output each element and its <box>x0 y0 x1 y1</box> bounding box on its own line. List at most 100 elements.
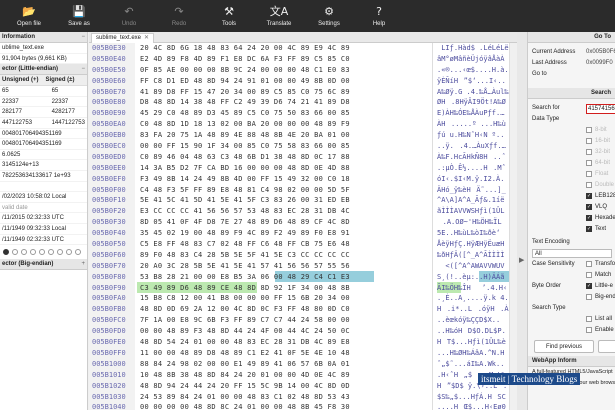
hex-bytes-row[interactable]: 48 8D 94 24 44 24 20 FF 15 5C 9B 14 00 4… <box>137 381 429 392</box>
hex-bytes-row[interactable]: E3 CC CC CC 41 56 56 57 53 48 83 EC 28 3… <box>137 206 429 217</box>
transfo-checkbox[interactable] <box>586 261 592 267</box>
hex-bytes-row[interactable]: 14 3A B5 D2 7F CA BD 16 00 00 00 48 8D 0… <box>137 163 429 174</box>
enable-checkbox[interactable] <box>586 327 592 333</box>
text-preview-row[interactable]: âM°øMâñèÜjóÿâÅàÀ <box>437 54 517 65</box>
hex-bytes-row[interactable]: 88 84 24 98 02 00 00 E1 49 89 41 06 57 6… <box>137 359 429 370</box>
hex-bytes-row[interactable]: 15 B8 C8 12 00 41 B8 00 00 00 FF 15 6B 2… <box>137 293 429 304</box>
text-preview-row[interactable]: ...H‰ØH‰ÁâA.^N.H <box>437 348 517 359</box>
text-preview-row[interactable]: HT$...Hƒì(1ÛL‰è <box>437 337 517 348</box>
match-checkbox[interactable] <box>586 272 592 278</box>
collapse-icon[interactable]: − <box>81 64 85 75</box>
inspector-row[interactable] <box>0 182 87 193</box>
text-preview-row[interactable]: E)ÀH‰ÓE‰ÅÀuPƒf.… <box>437 108 517 119</box>
inspector-row[interactable]: 6.0625 <box>0 150 87 161</box>
text-encoding-select[interactable]: All <box>532 249 612 258</box>
text-preview-row[interactable]: H.i*..L.óÿH.À <box>437 304 517 315</box>
hex-bytes-row[interactable]: 00 00 FF 15 90 1F 34 00 85 C0 75 58 83 6… <box>137 141 429 152</box>
hex-bytes-row[interactable]: 8D 05 41 0F 4F D8 7E 27 48 89 D6 48 89 C… <box>137 217 429 228</box>
hex-bytes-row[interactable]: 20 A0 3C 28 5B 5E 41 5E 41 57 41 56 56 5… <box>137 261 429 272</box>
float-checkbox[interactable] <box>586 171 592 177</box>
settings-button[interactable]: ⚙ Settings <box>304 0 354 32</box>
inspector-row[interactable]: /11/2015 02:32:33 UTC <box>0 213 87 224</box>
translate-button[interactable]: 文A Translate <box>254 0 304 32</box>
hex-bytes-row[interactable]: FF C8 D1 ED 48 8D 94 24 91 01 00 00 49 8… <box>137 76 429 87</box>
text-preview-row[interactable]: 5E..H‰ùL‰òI‰ðè‘ <box>437 228 517 239</box>
text-preview-row[interactable]: ÄHó_ÿ‰èHÄ˜...]_ <box>437 185 517 196</box>
close-icon[interactable]: ✕ <box>144 35 149 41</box>
file-info-header[interactable]: Information − <box>0 32 87 43</box>
hex-bytes-row[interactable]: F3 49 8B 14 24 49 8B 4D 00 FF 15 49 32 0… <box>137 174 429 185</box>
inspector-row[interactable]: 282177 4282177 <box>0 107 87 118</box>
inspector-row[interactable]: 65 65 <box>0 86 87 97</box>
bit-dot[interactable] <box>12 249 18 256</box>
hex-bytes-row[interactable]: C3 49 89 D6 48 89 CE 48 8D 8D 92 1F 34 0… <box>137 283 429 294</box>
16-bit-checkbox[interactable] <box>586 138 592 144</box>
hex-grid[interactable]: 005B0E30 005B0E40 005B0E50 005B0E60 005B0E70… <box>89 43 517 410</box>
text-preview-row[interactable]: <([^A^AWAVVWUV <box>437 261 517 272</box>
little-e-checkbox[interactable] <box>586 281 592 292</box>
collapse-icon[interactable]: − <box>81 32 85 43</box>
text-preview-row[interactable]: S¸(!..èµ:..H)ÄÁã <box>437 272 517 283</box>
text-preview-row[interactable]: ....HŒ$...H‹Eø0 <box>437 402 517 410</box>
hex-bytes-row[interactable]: C5 E8 FF 48 83 C7 02 48 FF C6 48 FF CB 7… <box>137 239 429 250</box>
hex-bytes-row[interactable]: C0 89 46 04 48 63 C3 48 6B D1 38 48 8D 0… <box>137 152 429 163</box>
find-next-button[interactable] <box>598 340 615 353</box>
text-preview-row[interactable]: ØH.8HÿÂI9Öt!A‰Ø <box>437 97 517 108</box>
hex-bytes-row[interactable]: 10 48 8B 38 48 8D 84 24 20 01 00 00 4D 0… <box>137 370 429 381</box>
text-preview-row[interactable]: .A.OØ~'H‰ÖH‰ÏL <box>437 217 517 228</box>
hex-bytes-row[interactable]: 5E 41 5C 41 5D 41 5E 41 5F C3 83 26 00 3… <box>137 195 429 206</box>
bit-dot[interactable] <box>75 249 81 256</box>
inspector-row[interactable]: /02/2023 10:58:02 Local <box>0 192 87 203</box>
redo-button[interactable]: ↷ Redo <box>154 0 204 32</box>
hex-bytes-row[interactable]: 48 8D 54 24 01 00 00 48 83 EC 28 31 DB 4… <box>137 337 429 348</box>
inspector-row[interactable]: /11/1949 09:32:33 Local <box>0 224 87 235</box>
hex-bytes-row[interactable]: 00 00 48 89 F3 48 8D 44 24 4F 00 44 4C 2… <box>137 326 429 337</box>
text-preview-row[interactable]: ..èœkóÿ‰ÇÇD$X.. <box>437 315 517 326</box>
hex-bytes-row[interactable]: 83 FA 20 75 1A 48 89 4E 88 48 8B 4E 20 B… <box>137 130 429 141</box>
bit-dot[interactable] <box>48 249 54 256</box>
hex-bytes-row[interactable]: 00 00 00 00 48 8D 8C 24 01 00 00 48 8B 4… <box>137 402 429 410</box>
hex-bytes-row[interactable]: 53 B8 28 21 00 00 E8 B5 3A 06 00 48 29 C… <box>137 272 429 283</box>
inspector-row[interactable]: 004801706494351169 <box>0 139 87 150</box>
text-preview-row[interactable]: ÿÈÑíH”$‘...I‹.. <box>437 76 517 87</box>
text-preview-row[interactable]: ÀH.....º ...H‰ù <box>437 119 517 130</box>
hex-bytes-row[interactable]: 35 45 02 19 00 48 89 F9 4C 89 F2 49 89 F… <box>137 228 429 239</box>
8-bit-checkbox[interactable] <box>586 127 592 133</box>
hex-bytes-row[interactable]: 48 8D 0D 69 2A 12 00 4C 8D 0C F3 FF 48 8… <box>137 304 429 315</box>
tools-button[interactable]: ⚒ Tools <box>204 0 254 32</box>
bigendian-header[interactable]: ector (Big-endian) + <box>0 259 87 271</box>
bit-dot[interactable] <box>21 249 27 256</box>
text-preview-row[interactable]: ^A\A]A^A_Ãƒ&.1íë <box>437 195 517 206</box>
bit-dot[interactable] <box>3 249 9 256</box>
hex-bytes-row[interactable]: 0F 85 AE 00 00 00 8B 9C 24 00 00 00 48 C… <box>137 65 429 76</box>
inspector-row[interactable]: valid date <box>0 203 87 214</box>
text-preview-row[interactable]: ÃI‰ÖH‰ÎH’.4.H‹ <box>437 283 517 294</box>
text-preview-row[interactable]: À‰F.HcÃHkÑ8H..ˆ <box>437 152 517 163</box>
big-end-checkbox[interactable] <box>586 294 592 300</box>
text-preview-row[interactable]: $S‰„$...HƒÁ.HSC <box>437 392 517 403</box>
vertical-scrollbar[interactable] <box>509 43 517 410</box>
webapp-header[interactable]: WebApp Inform <box>528 356 615 367</box>
text-preview-row[interactable]: óI‹.$I‹M.ÿ.I2.À. <box>437 174 517 185</box>
hex-bytes-row[interactable]: 20 4C 8D 6G 18 48 83 64 24 20 00 4C 89 E… <box>137 43 429 54</box>
double-checkbox[interactable] <box>586 182 592 188</box>
collapse-arrow-icon[interactable]: ▶ <box>519 256 524 264</box>
hexade-checkbox[interactable] <box>586 213 592 224</box>
help-button[interactable]: ? Help <box>354 0 404 32</box>
hex-bytes-row[interactable]: E2 4D 89 F8 4D 89 F1 E8 DC 6A F3 FF 89 C… <box>137 54 429 65</box>
hex-bytes-row[interactable]: 24 53 89 84 24 01 00 00 48 83 C1 02 48 8… <box>137 392 429 403</box>
32-bit-checkbox[interactable] <box>586 149 592 155</box>
hex-bytes-row[interactable]: 7F 1A 00 E8 9C 6B F3 FF 89 C7 C7 44 24 5… <box>137 315 429 326</box>
text-preview-row[interactable]: A‰Øÿ.G .4.‰Å…Àul‰ <box>437 87 517 98</box>
open-file-button[interactable]: 📂 Open file <box>4 0 54 32</box>
text-preview-row[interactable]: ‰ðHƒÄ([^_A^ÃÌÌÌÌ <box>437 250 517 261</box>
bit-dot[interactable] <box>57 249 63 256</box>
goto-header[interactable]: Go To <box>528 32 615 43</box>
search-header[interactable]: Search <box>528 88 615 99</box>
text-preview-row[interactable]: ÅèÿHƒÇ.HÿÆHÿËuæH <box>437 239 517 250</box>
hex-bytes-row[interactable]: D8 48 8D 14 38 48 FF C2 49 39 D6 74 21 4… <box>137 97 429 108</box>
text-preview-row[interactable]: ƒú u.H‰NˆH‹N º.. <box>437 130 517 141</box>
inspector-row[interactable]: /11/1949 02:32:33 UTC <box>0 235 87 246</box>
text-preview-row[interactable]: ..ÿ..4.…ÀuXƒf.… <box>437 141 517 152</box>
hex-bytes-row[interactable]: C4 48 F3 5F FF 89 E8 48 81 C4 98 02 00 0… <box>137 185 429 196</box>
